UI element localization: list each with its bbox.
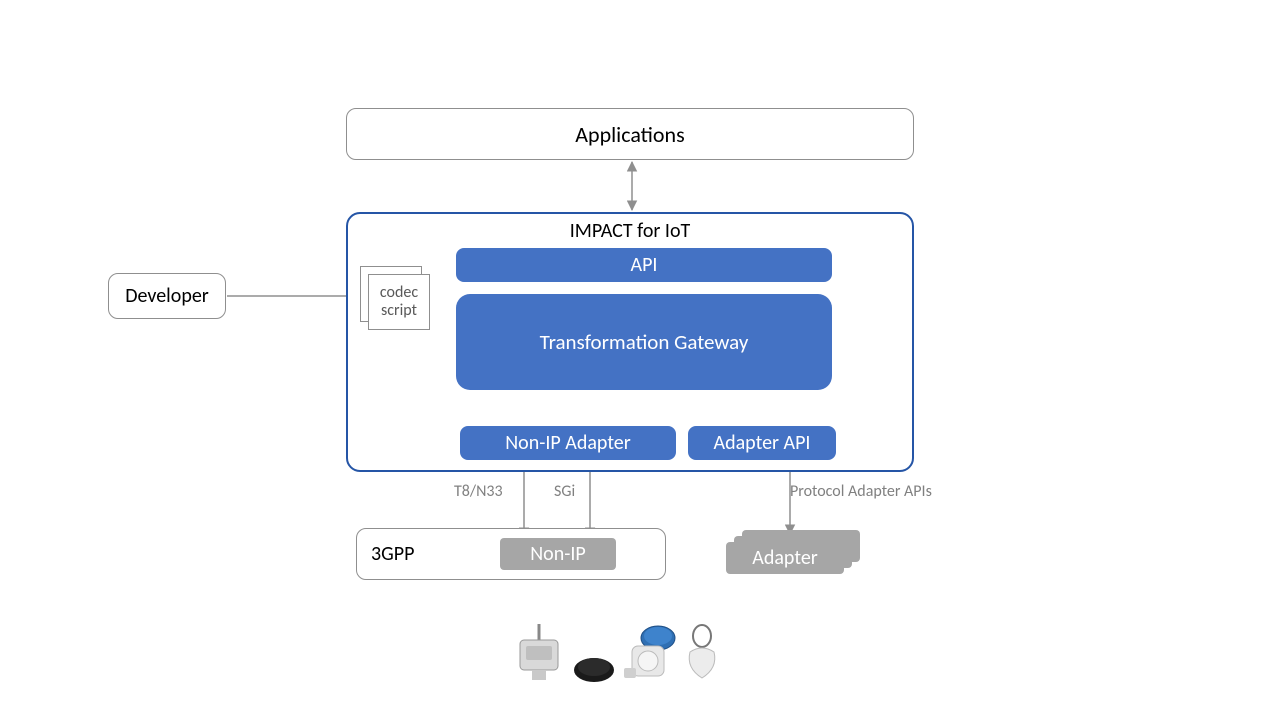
device-icons-cluster xyxy=(512,622,720,684)
adapter-api-box: Adapter API xyxy=(688,426,836,460)
developer-label: Developer xyxy=(125,284,209,308)
label-t8n33: T8/N33 xyxy=(454,482,503,501)
sensor-antenna-icon xyxy=(512,622,566,684)
label-protocol-adapter-apis: Protocol Adapter APIs xyxy=(790,482,932,501)
api-label: API xyxy=(631,253,658,277)
api-box: API xyxy=(456,248,832,282)
keyfob-tag-icon xyxy=(684,624,720,684)
adapter-stack-label: Adapter xyxy=(752,546,818,570)
adapter-stack-front: Adapter xyxy=(726,542,844,574)
non-ip-box: Non-IP xyxy=(500,538,616,570)
codec-card-front: codec script xyxy=(368,274,430,330)
codec-line1: codec xyxy=(380,284,418,302)
non-ip-adapter-box: Non-IP Adapter xyxy=(460,426,676,460)
transformation-gateway-label: Transformation Gateway xyxy=(540,329,749,355)
impact-title: IMPACT for IoT xyxy=(346,216,914,246)
transformation-gateway-box: Transformation Gateway xyxy=(456,294,832,390)
non-ip-label: Non-IP xyxy=(530,542,585,566)
applications-label: Applications xyxy=(575,121,684,148)
adapter-api-label: Adapter API xyxy=(714,431,811,455)
gpp-title: 3GPP xyxy=(371,542,414,566)
pebble-device-icon xyxy=(572,650,616,684)
diagram-stage: Applications Developer IMPACT for IoT co… xyxy=(0,0,1280,720)
developer-box: Developer xyxy=(108,273,226,319)
non-ip-adapter-label: Non-IP Adapter xyxy=(505,431,630,455)
codec-line2: script xyxy=(381,302,417,320)
applications-box: Applications xyxy=(346,108,914,160)
water-meter-icon xyxy=(622,624,678,684)
label-sgi: SGi xyxy=(554,482,575,501)
